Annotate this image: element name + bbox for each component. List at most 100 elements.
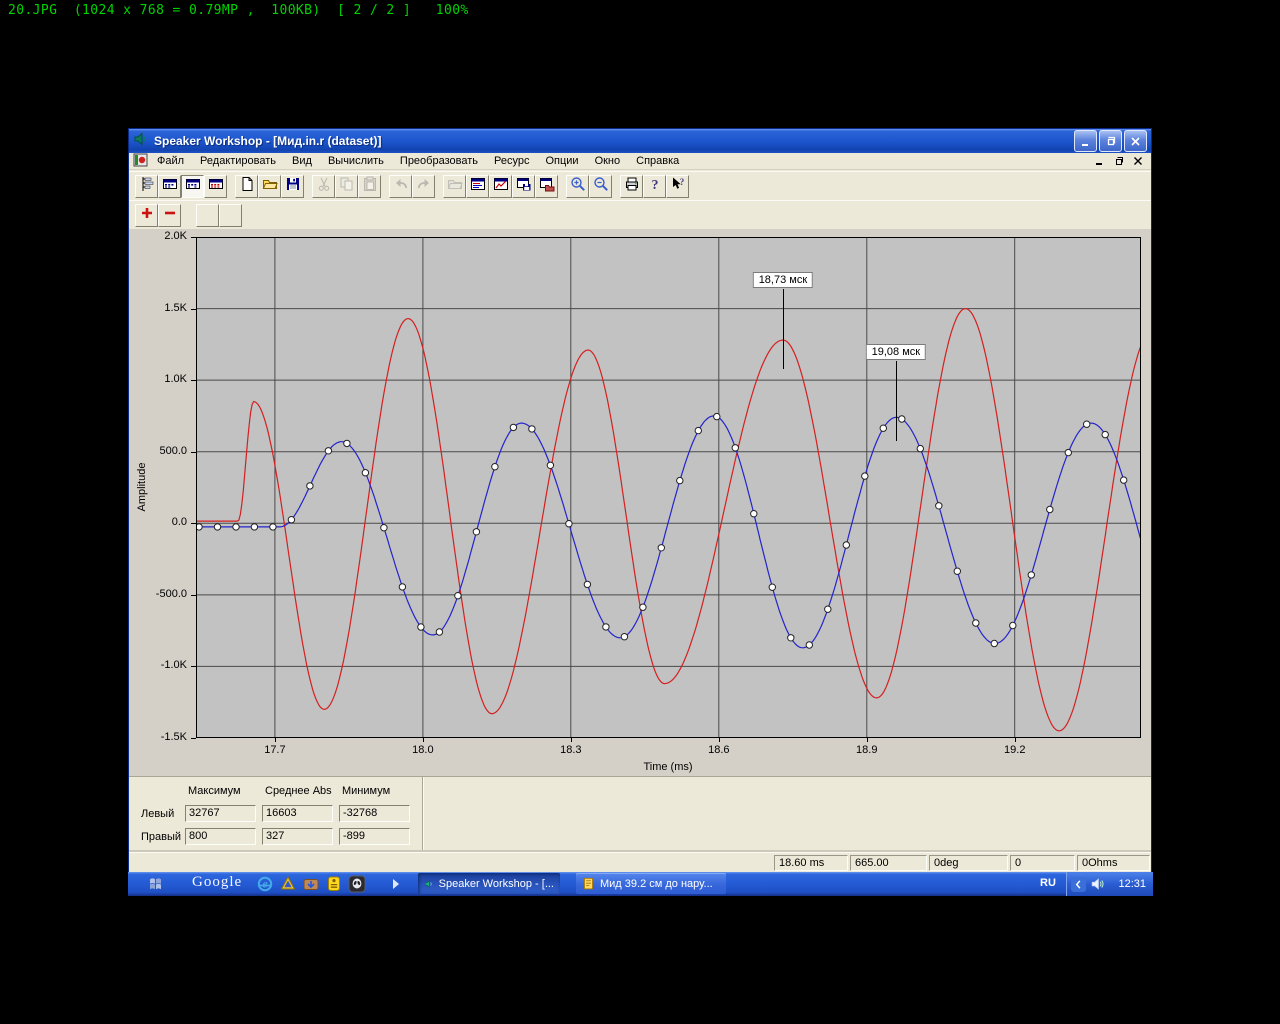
chart-view-button[interactable] xyxy=(181,175,204,198)
tray-chevron-button[interactable] xyxy=(1071,877,1086,892)
quick-launch-delphi-icon[interactable] xyxy=(279,875,297,893)
task-label: Speaker Workshop - [... xyxy=(439,878,554,890)
quick-launch-alien-icon[interactable] xyxy=(348,875,366,893)
y-tick-mark xyxy=(191,738,196,739)
quick-launch-camera-icon[interactable] xyxy=(302,875,320,893)
add-point-button[interactable] xyxy=(135,204,158,227)
context-help-button[interactable]: ? xyxy=(666,175,689,198)
menu-bar: ФайлРедактироватьВидВычислитьПреобразова… xyxy=(129,153,1151,170)
status-field: 0Ohms xyxy=(1077,855,1150,871)
stats-header: Среднее Abs xyxy=(265,785,332,797)
table-view-button[interactable] xyxy=(204,175,227,198)
y-tick-label: 1.0K xyxy=(129,373,193,385)
redo-button xyxy=(412,175,435,198)
language-indicator[interactable]: RU xyxy=(1040,877,1056,889)
stats-panel: МаксимумСреднее AbsМинимумЛевый327671660… xyxy=(129,776,1151,853)
menu-item-edit[interactable]: Редактировать xyxy=(192,154,284,168)
taskbar-clock[interactable]: 12:31 xyxy=(1118,878,1153,890)
menu-item-calculate[interactable]: Вычислить xyxy=(320,154,392,168)
x-tick-label: 18.9 xyxy=(856,744,877,756)
stats-divider xyxy=(422,777,424,853)
menu-item-window[interactable]: Окно xyxy=(587,154,629,168)
cursor-annotation-label[interactable]: 18,73 мск xyxy=(753,272,813,288)
x-tick-mark xyxy=(571,738,572,742)
status-field: 0deg xyxy=(929,855,1008,871)
cursor-annotation-label[interactable]: 19,08 мск xyxy=(866,344,926,360)
properties-button[interactable] xyxy=(466,175,489,198)
undo-button xyxy=(389,175,412,198)
menu-items: ФайлРедактироватьВидВычислитьПреобразова… xyxy=(149,155,687,167)
notebook-view-button[interactable] xyxy=(135,175,158,198)
properties-icon xyxy=(470,176,486,197)
status-field: 18.60 ms xyxy=(774,855,848,871)
x-axis-title: Time (ms) xyxy=(643,761,692,773)
datasheet-view-button[interactable] xyxy=(158,175,181,198)
volume-icon[interactable] xyxy=(1090,877,1105,891)
print-button[interactable] xyxy=(620,175,643,198)
menu-item-options[interactable]: Опции xyxy=(537,154,586,168)
y-tick-label: 0.0 xyxy=(129,516,193,528)
blank-2-button[interactable] xyxy=(219,204,242,227)
y-tick-mark xyxy=(191,523,196,524)
close-button[interactable] xyxy=(1124,130,1147,152)
blank-1-button[interactable] xyxy=(196,204,219,227)
zoom-out-button[interactable] xyxy=(589,175,612,198)
save-window-button[interactable] xyxy=(512,175,535,198)
mdi-minimize-icon xyxy=(1095,156,1105,166)
undo-icon xyxy=(393,176,409,197)
dataset-document-icon[interactable] xyxy=(133,152,149,171)
y-tick-label: 500.0 xyxy=(129,445,193,457)
new-document-button[interactable] xyxy=(235,175,258,198)
menu-item-view[interactable]: Вид xyxy=(284,154,320,168)
zoom-in-button[interactable] xyxy=(566,175,589,198)
google-deskbar-logo[interactable]: Google xyxy=(192,874,242,891)
menu-item-resource[interactable]: Ресурс xyxy=(486,154,537,168)
x-tick-mark xyxy=(423,738,424,742)
menu-item-help[interactable]: Справка xyxy=(628,154,687,168)
zoom-in-icon xyxy=(570,176,586,197)
chevron-left-icon xyxy=(1074,880,1083,889)
y-tick-mark xyxy=(191,666,196,667)
notebook-view-icon xyxy=(139,176,155,197)
app-speaker-icon xyxy=(133,131,149,152)
export-window-button[interactable] xyxy=(535,175,558,198)
restore-button[interactable] xyxy=(1099,130,1122,152)
chart-view-icon xyxy=(185,176,201,197)
paste-icon xyxy=(362,176,378,197)
svg-text:?: ? xyxy=(651,178,658,192)
x-tick-label: 18.6 xyxy=(708,744,729,756)
mdi-restore-button[interactable] xyxy=(1110,154,1128,168)
x-tick-label: 18.0 xyxy=(412,744,433,756)
window-title: Speaker Workshop - [Мид.in.r (dataset)] xyxy=(154,134,1072,148)
status-bar: 18.60 ms665.000deg00Ohms xyxy=(129,852,1151,872)
quick-launch-qip-icon[interactable] xyxy=(325,875,343,893)
y-tick-label: 1.5K xyxy=(129,302,193,314)
save-button[interactable] xyxy=(281,175,304,198)
table-view-icon xyxy=(208,176,224,197)
x-tick-label: 19.2 xyxy=(1004,744,1025,756)
copy-button xyxy=(335,175,358,198)
quick-launch-expand-arrow[interactable] xyxy=(393,879,399,889)
taskbar-button-speaker-workshop[interactable]: Speaker Workshop - [... xyxy=(418,873,560,894)
menu-item-file[interactable]: Файл xyxy=(149,154,192,168)
redo-icon xyxy=(416,176,432,197)
chart-window-button[interactable] xyxy=(489,175,512,198)
toolbar-separator xyxy=(181,204,196,227)
plus-red-icon xyxy=(139,205,155,226)
menu-item-transform[interactable]: Преобразовать xyxy=(392,154,486,168)
title-bar: Speaker Workshop - [Мид.in.r (dataset)] xyxy=(129,129,1151,153)
waveform-plot[interactable] xyxy=(196,237,1141,738)
quick-launch-ie-icon[interactable]: e xyxy=(256,875,274,893)
start-button[interactable] xyxy=(148,876,166,897)
minimize-button[interactable] xyxy=(1074,130,1097,152)
mdi-minimize-button[interactable] xyxy=(1091,154,1109,168)
open-folder-button[interactable] xyxy=(258,175,281,198)
y-tick-mark xyxy=(191,380,196,381)
chart-region: Amplitude Time (ms) 2.0K1.5K1.0K500.00.0… xyxy=(129,229,1151,776)
mdi-close-button[interactable] xyxy=(1129,154,1147,168)
import-button xyxy=(443,175,466,198)
help-icon: ? xyxy=(647,176,663,197)
remove-point-button[interactable] xyxy=(158,204,181,227)
taskbar-button-mid-document[interactable]: Мид 39.2 см до нару... xyxy=(576,873,726,894)
help-button[interactable]: ? xyxy=(643,175,666,198)
